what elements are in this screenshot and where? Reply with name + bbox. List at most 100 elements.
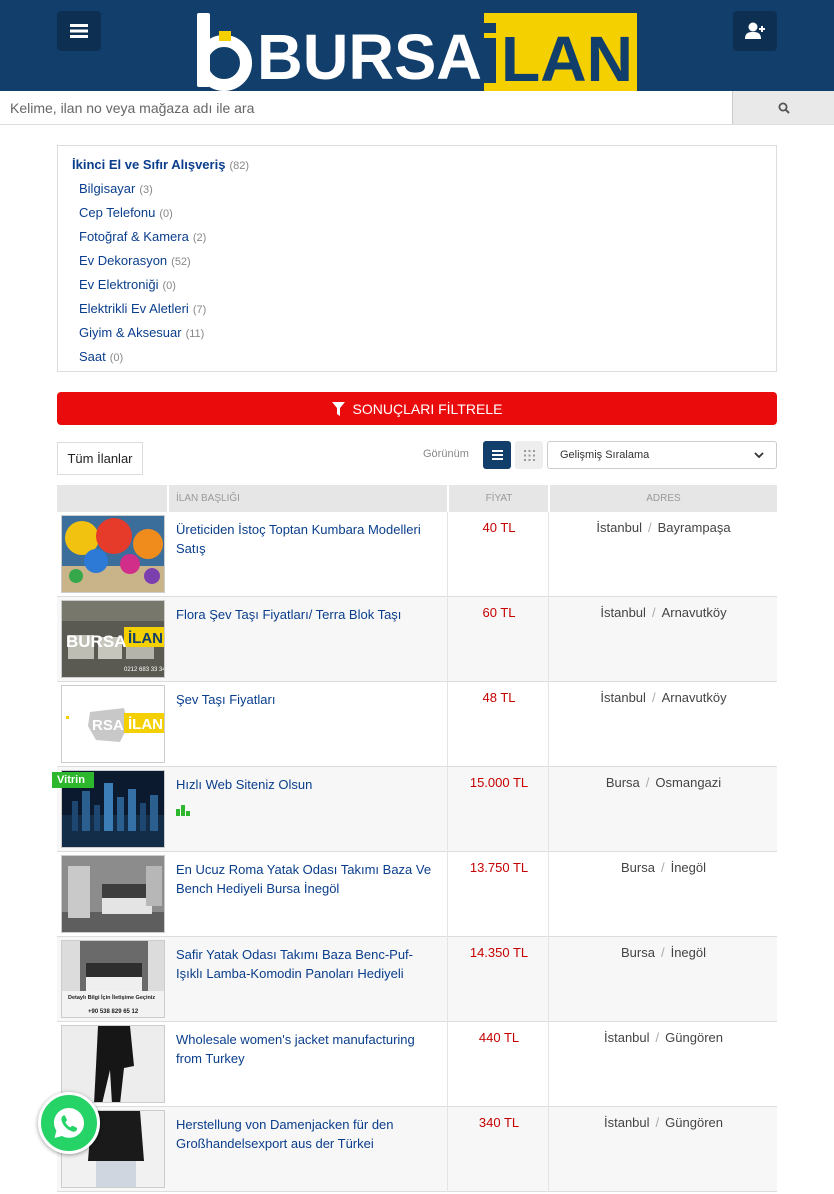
bursa-ilan-logo[interactable]: BURSA LAN bbox=[197, 13, 637, 91]
vitrin-badge: Vitrin bbox=[52, 772, 94, 788]
category-count: (0) bbox=[162, 280, 176, 292]
category-label: Elektrikli Ev Aletleri bbox=[79, 301, 189, 316]
listing-title[interactable]: Wholesale women's jacket manufacturing f… bbox=[176, 1030, 438, 1068]
svg-text:RSA: RSA bbox=[92, 717, 124, 734]
header-address: ADRES bbox=[646, 493, 681, 504]
sort-select[interactable]: Gelişmiş Sıralama bbox=[547, 441, 777, 469]
listing-district: Arnavutköy bbox=[661, 690, 727, 705]
category-item-saat[interactable]: Saat (0) bbox=[79, 349, 123, 369]
listing-district: Osmangazi bbox=[655, 775, 722, 790]
category-item-bilgisayar[interactable]: Bilgisayar (3) bbox=[79, 181, 153, 201]
listing-price: 40 TL bbox=[482, 520, 516, 535]
listing-title[interactable]: Safir Yatak Odası Takımı Baza Benc-Puf-I… bbox=[176, 945, 438, 983]
table-row[interactable]: Detaylı Bilgi İçin İletişime Geçiniz +90… bbox=[57, 937, 777, 1022]
listing-price: 13.750 TL bbox=[469, 860, 529, 875]
listing-address: İstanbul / Güngören bbox=[604, 1115, 723, 1130]
svg-text:BURSA: BURSA bbox=[257, 21, 482, 91]
search-input[interactable] bbox=[0, 91, 733, 124]
listing-district: Arnavutköy bbox=[661, 605, 727, 620]
table-row[interactable]: BURSA İLAN 0212 683 33 34 Flora Şev Taşı… bbox=[57, 597, 777, 682]
menu-button[interactable] bbox=[57, 11, 101, 51]
listing-title[interactable]: Üreticiden İstoç Toptan Kumbara Modeller… bbox=[176, 520, 438, 558]
listing-address: İstanbul / Arnavutköy bbox=[600, 690, 727, 705]
table-row[interactable]: Üreticiden İstoç Toptan Kumbara Modeller… bbox=[57, 512, 777, 597]
user-icon bbox=[745, 22, 765, 39]
listing-title[interactable]: Herstellung von Damenjacken für den Groß… bbox=[176, 1115, 438, 1153]
listing-address: Bursa / İnegöl bbox=[620, 945, 706, 960]
category-count: (0) bbox=[109, 352, 124, 364]
grid-view-button[interactable] bbox=[515, 441, 543, 469]
listing-thumbnail[interactable]: BURSA İLAN 0212 683 33 34 bbox=[61, 600, 165, 678]
listing-district: Güngören bbox=[665, 1115, 723, 1130]
search-button[interactable] bbox=[733, 91, 834, 124]
listing-district: Güngören bbox=[665, 1030, 723, 1045]
category-item-giyim-aksesuar[interactable]: Giyim & Aksesuar (11) bbox=[79, 325, 204, 345]
listing-thumbnail[interactable] bbox=[61, 1025, 165, 1103]
listing-title[interactable]: Flora Şev Taşı Fiyatları/ Terra Blok Taş… bbox=[176, 605, 438, 624]
listing-thumbnail[interactable] bbox=[61, 515, 165, 593]
svg-text:Detaylı Bilgi İçin İletişime G: Detaylı Bilgi İçin İletişime Geçiniz bbox=[68, 994, 155, 1001]
listing-title[interactable]: Hızlı Web Siteniz Olsun bbox=[176, 775, 438, 794]
listing-price: 14.350 TL bbox=[469, 945, 529, 960]
category-count: (7) bbox=[192, 304, 207, 316]
category-count: (2) bbox=[192, 232, 207, 244]
listing-thumbnail[interactable] bbox=[61, 855, 165, 933]
svg-text:LAN: LAN bbox=[501, 23, 633, 91]
category-label: Ev Elektroniği bbox=[79, 277, 159, 292]
category-item-fotograf-kamera[interactable]: Fotoğraf & Kamera (2) bbox=[79, 229, 206, 249]
category-label: Cep Telefonu bbox=[79, 205, 156, 220]
table-header: İLAN BAŞLIĞI FİYAT ADRES bbox=[57, 485, 777, 512]
list-view-icon bbox=[491, 450, 503, 460]
category-item-ev-dekorasyon[interactable]: Ev Dekorasyon (52) bbox=[79, 253, 191, 273]
listing-city: Bursa bbox=[620, 945, 655, 960]
table-row[interactable]: Vitrin Hızlı Web Siteniz Olsun 15.000 TL… bbox=[52, 767, 777, 852]
list-view-button[interactable] bbox=[483, 441, 511, 469]
category-label: İkinci El ve Sıfır Alışveriş bbox=[72, 157, 226, 172]
listing-thumbnail[interactable]: RSA İLAN bbox=[61, 685, 165, 763]
filter-results-button[interactable]: SONUÇLARI FİLTRELE bbox=[57, 392, 777, 425]
listing-price: 15.000 TL bbox=[469, 775, 529, 790]
listing-city: İstanbul bbox=[596, 520, 642, 535]
svg-text:İLAN: İLAN bbox=[128, 716, 163, 733]
filter-label: SONUÇLARI FİLTRELE bbox=[352, 400, 503, 417]
svg-text:İLAN: İLAN bbox=[128, 630, 163, 647]
category-list: İkinci El ve Sıfır Alışveriş (82) Bilgisa… bbox=[57, 145, 777, 372]
listing-title[interactable]: En Ucuz Roma Yatak Odası Takımı Baza Ve … bbox=[176, 860, 438, 898]
table-row[interactable]: Herstellung von Damenjacken für den Groß… bbox=[57, 1107, 777, 1192]
listing-address: Bursa / İnegöl bbox=[620, 860, 706, 875]
search-icon bbox=[778, 102, 790, 114]
grid-view-icon bbox=[523, 449, 535, 461]
listing-price: 440 TL bbox=[478, 1030, 520, 1045]
listing-price: 48 TL bbox=[482, 690, 516, 705]
table-row[interactable]: Wholesale women's jacket manufacturing f… bbox=[57, 1022, 777, 1107]
category-label: Saat bbox=[79, 349, 106, 364]
listing-price: 340 TL bbox=[478, 1115, 520, 1130]
listing-address: İstanbul / Bayrampaşa bbox=[596, 520, 731, 535]
category-count: (52) bbox=[171, 256, 191, 268]
category-label: Fotoğraf & Kamera bbox=[79, 229, 189, 244]
category-item-elektrikli-ev-aletleri[interactable]: Elektrikli Ev Aletleri (7) bbox=[79, 301, 206, 321]
filter-icon bbox=[331, 401, 345, 416]
listing-city: İstanbul bbox=[604, 1030, 650, 1045]
site-header: BURSA LAN bbox=[0, 0, 834, 91]
category-count: (0) bbox=[159, 208, 173, 220]
table-row[interactable]: En Ucuz Roma Yatak Odası Takımı Baza Ve … bbox=[57, 852, 777, 937]
listing-address: İstanbul / Arnavutköy bbox=[600, 605, 727, 620]
listing-city: İstanbul bbox=[604, 1115, 650, 1130]
category-label: Giyim & Aksesuar bbox=[79, 325, 182, 340]
listing-thumbnail[interactable]: Detaylı Bilgi İçin İletişime Geçiniz +90… bbox=[61, 940, 165, 1018]
listing-title[interactable]: Şev Taşı Fiyatları bbox=[176, 690, 438, 709]
category-main-alisveris[interactable]: İkinci El ve Sıfır Alışveriş (82) bbox=[72, 157, 249, 177]
listing-district: Bayrampaşa bbox=[657, 520, 731, 535]
user-account-button[interactable] bbox=[733, 11, 777, 51]
table-row[interactable]: RSA İLAN Şev Taşı Fiyatları 48 TL İstanb… bbox=[57, 682, 777, 767]
category-label: Ev Dekorasyon bbox=[79, 253, 168, 268]
chevron-down-icon bbox=[754, 451, 764, 458]
tab-all-listings[interactable]: Tüm İlanlar bbox=[57, 442, 143, 475]
category-item-cep-telefonu[interactable]: Cep Telefonu (0) bbox=[79, 205, 173, 225]
listing-price: 60 TL bbox=[482, 605, 516, 620]
whatsapp-button[interactable] bbox=[38, 1092, 100, 1154]
category-item-ev-elektronigi[interactable]: Ev Elektroniği (0) bbox=[79, 277, 176, 297]
menu-icon bbox=[70, 24, 88, 38]
search-bar bbox=[0, 91, 834, 125]
